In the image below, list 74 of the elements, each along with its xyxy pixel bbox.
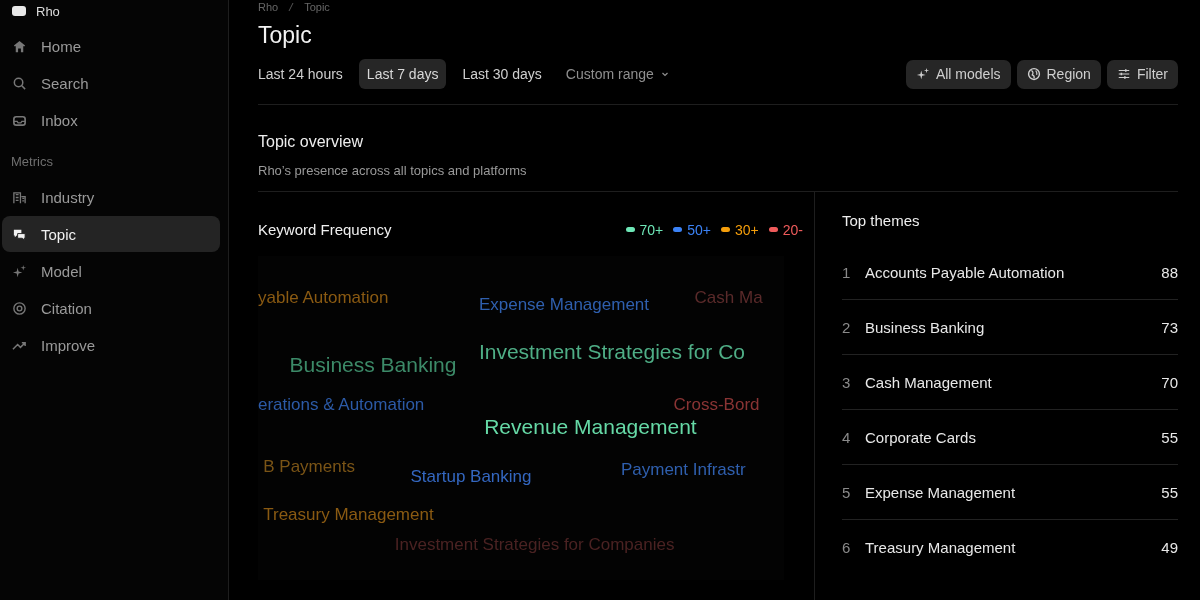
nav-item[interactable]: Model	[2, 253, 220, 289]
building-icon	[12, 189, 27, 205]
keyword: Cross-Bord	[673, 395, 760, 416]
globe-icon	[1026, 67, 1041, 81]
theme-row[interactable]: 1 Accounts Payable Automation 88	[842, 245, 1178, 300]
section-label: Metrics	[10, 153, 54, 171]
keyword: Business Banking	[289, 353, 457, 378]
sparkle-icon	[915, 67, 930, 81]
brand-name: Rho	[36, 3, 60, 19]
keyword: Revenue Management	[484, 414, 697, 439]
theme-score: 49	[1161, 538, 1178, 556]
keyword: Cash Ma	[694, 288, 763, 309]
theme-row[interactable]: 2 Business Banking 73	[842, 300, 1178, 355]
nav-item[interactable]: Industry	[2, 179, 220, 215]
theme-name: Expense Management	[865, 483, 1017, 501]
rank-number: 1	[842, 263, 852, 281]
nav-item[interactable]: Topic	[2, 216, 220, 252]
range-tab[interactable]: Last 24 hours	[250, 59, 351, 89]
toolbar-button[interactable]: Filter	[1106, 59, 1178, 89]
theme-score: 55	[1161, 483, 1178, 501]
custom-range-dropdown[interactable]: Custom range	[557, 59, 678, 89]
keyword: Startup Banking	[410, 466, 532, 487]
legend-label: 50+	[687, 221, 711, 238]
toolbar-button[interactable]: All models	[905, 59, 1011, 89]
rank-number: 3	[842, 373, 852, 391]
legend-label: 30+	[735, 221, 759, 238]
panel-title: Top themes	[842, 212, 921, 229]
rank-number: 4	[842, 428, 852, 446]
theme-row[interactable]: 5 Expense Management 55	[842, 465, 1178, 520]
rank-number: 2	[842, 318, 852, 336]
sliders-icon	[1116, 67, 1131, 81]
theme-name: Accounts Payable Automation	[865, 263, 1066, 281]
legend-label: 20-	[782, 221, 803, 238]
section-title: Topic overview	[258, 133, 364, 151]
theme-name: Business Banking	[865, 318, 986, 336]
keyword: erations & Automation	[258, 395, 425, 416]
breadcrumb-link[interactable]: Topic	[304, 1, 330, 13]
keyword: B Payments	[263, 456, 355, 477]
page-title: Topic	[258, 22, 313, 49]
theme-score: 55	[1161, 428, 1178, 446]
nav-item[interactable]: Improve	[2, 327, 220, 363]
section-subtitle: Rho’s presence across all topics and platforms	[258, 163, 528, 178]
range-tab[interactable]: Last 30 days	[454, 59, 550, 89]
theme-score: 73	[1161, 318, 1178, 336]
range-tab[interactable]: Last 7 days	[358, 59, 447, 89]
sparkle-icon	[12, 263, 27, 279]
nav-item[interactable]: Inbox	[2, 102, 220, 138]
keyword: yable Automation	[258, 288, 389, 309]
slash-icon	[288, 2, 295, 12]
theme-row[interactable]: 3 Cash Management 70	[842, 355, 1178, 410]
keyword: Payment Infrastr	[620, 460, 746, 481]
theme-score: 88	[1161, 263, 1178, 281]
theme-name: Cash Management	[865, 373, 993, 391]
home-icon	[12, 38, 27, 54]
nav-item[interactable]: Search	[2, 65, 220, 101]
theme-name: Treasury Management	[865, 538, 1017, 556]
legend-label: 70+	[639, 221, 664, 238]
keyword: Expense Management	[478, 294, 649, 315]
keyword: Treasury Management	[263, 505, 434, 526]
theme-row[interactable]: 6 Treasury Management 49	[842, 520, 1178, 574]
keyword: Investment Strategies for Companies	[394, 534, 675, 555]
theme-score: 70	[1161, 373, 1178, 391]
theme-row[interactable]: 4 Corporate Cards 55	[842, 410, 1178, 465]
search-icon	[12, 75, 27, 91]
breadcrumb-link[interactable]: Rho	[258, 1, 279, 13]
nav-item[interactable]: Home	[2, 28, 220, 64]
keyword: Investment Strategies for Co	[478, 340, 746, 365]
rank-number: 6	[842, 538, 852, 556]
theme-name: Corporate Cards	[865, 428, 977, 446]
nav-item[interactable]: Citation	[2, 290, 220, 326]
logo-icon	[12, 6, 26, 16]
panel-title: Keyword Frequency	[258, 221, 392, 238]
rank-number: 5	[842, 483, 852, 501]
toolbar-button[interactable]: Region	[1016, 59, 1101, 89]
